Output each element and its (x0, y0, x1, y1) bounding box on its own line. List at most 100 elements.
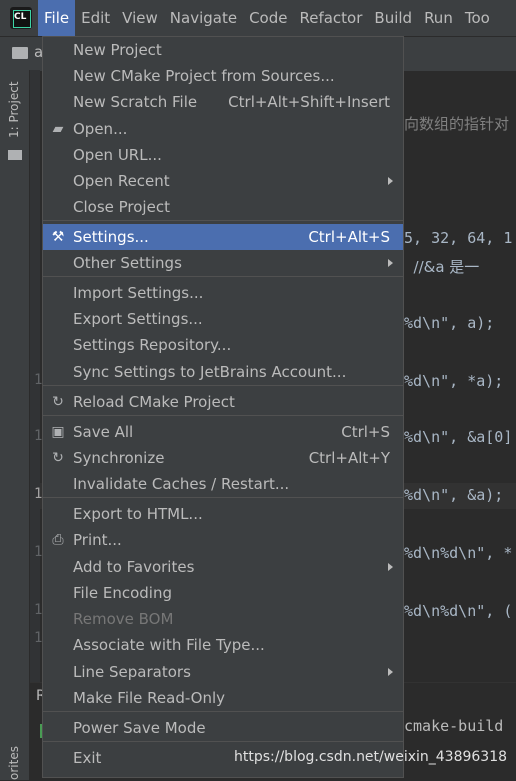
menu-item-label: Settings Repository... (73, 336, 232, 354)
reload-icon: ↻ (52, 394, 64, 410)
menu-item-save-all[interactable]: ▣ Save All Ctrl+S (43, 419, 403, 445)
menu-item-settings[interactable]: ⚒ Settings... Ctrl+Alt+S (43, 224, 403, 250)
menu-item-label: Other Settings (73, 254, 182, 272)
menu-item-label: Export Settings... (73, 310, 203, 328)
code-line: %d\n%d\n", * (404, 544, 513, 562)
left-tool-strip (0, 70, 30, 780)
folder-icon (8, 150, 22, 160)
code-comment-line: 向数组的指针对 (404, 115, 510, 133)
run-output-text: cmake-build (404, 717, 504, 735)
menu-item-label: File Encoding (73, 584, 172, 602)
menu-separator (43, 385, 403, 386)
menu-item-label: Add to Favorites (73, 558, 195, 576)
menu-item-label: Close Project (73, 198, 170, 216)
menu-item-reload-cmake-project[interactable]: ↻ Reload CMake Project (43, 389, 403, 415)
menu-item-invalidate-caches-restart[interactable]: Invalidate Caches / Restart... (43, 471, 403, 497)
menu-code[interactable]: Code (243, 0, 293, 36)
menu-item-shortcut: Ctrl+S (341, 423, 390, 441)
code-line: 5, 32, 64, 1 (404, 229, 513, 247)
menu-item-power-save-mode[interactable]: Power Save Mode (43, 715, 403, 741)
menu-item-sync-settings-to-jetbrains-account[interactable]: Sync Settings to JetBrains Account... (43, 359, 403, 385)
menu-item-label: Remove BOM (73, 610, 174, 628)
menu-item-label: Reload CMake Project (73, 393, 235, 411)
menu-separator (43, 497, 403, 498)
submenu-arrow-icon (388, 259, 393, 267)
code-line: %d\n", &a[0] (404, 428, 513, 446)
menu-item-print[interactable]: ⎙ Print... (43, 527, 403, 553)
favorites-tool-tab[interactable]: orites (2, 740, 26, 780)
project-tool-tab[interactable]: 1: Project (2, 80, 26, 140)
code-line: %d\n", &a); (404, 486, 504, 504)
menu-item-associate-with-file-type[interactable]: Associate with File Type... (43, 632, 403, 658)
submenu-arrow-icon (388, 668, 393, 676)
menu-item-label: Open Recent (73, 172, 170, 190)
menu-item-label: Synchronize (73, 449, 165, 467)
printer-icon: ⎙ (52, 532, 64, 548)
file-menu-dropdown: New Project New CMake Project from Source… (42, 36, 404, 778)
menu-item-synchronize[interactable]: ↻ Synchronize Ctrl+Alt+Y (43, 445, 403, 471)
wrench-icon: ⚒ (51, 229, 65, 245)
menu-item-add-to-favorites[interactable]: Add to Favorites (43, 554, 403, 580)
menu-view[interactable]: View (116, 0, 164, 36)
menu-item-other-settings[interactable]: Other Settings (43, 250, 403, 276)
submenu-arrow-icon (388, 563, 393, 571)
menu-item-label: Save All (73, 423, 134, 441)
menu-item-label: Associate with File Type... (73, 636, 265, 654)
code-line: %d\n", a); (404, 314, 495, 332)
menu-item-open-recent[interactable]: Open Recent (43, 168, 403, 194)
menu-item-label: New CMake Project from Sources... (73, 67, 335, 85)
menu-item-label: Power Save Mode (73, 719, 206, 737)
menu-item-label: Invalidate Caches / Restart... (73, 475, 290, 493)
menu-item-label: Import Settings... (73, 284, 204, 302)
menu-item-shortcut: Ctrl+Alt+Shift+Insert (228, 93, 390, 111)
menu-item-label: Make File Read-Only (73, 689, 226, 707)
menu-edit[interactable]: Edit (75, 0, 116, 36)
menu-item-open[interactable]: ▰ Open... (43, 116, 403, 142)
menu-navigate[interactable]: Navigate (164, 0, 243, 36)
menu-separator (43, 276, 403, 277)
menu-item-import-settings[interactable]: Import Settings... (43, 280, 403, 306)
menu-tools[interactable]: Too (459, 0, 496, 36)
menu-item-close-project[interactable]: Close Project (43, 194, 403, 220)
code-line: %d\n%d\n", ( (404, 602, 513, 620)
save-icon: ▣ (51, 424, 65, 440)
menu-item-export-to-html[interactable]: Export to HTML... (43, 501, 403, 527)
menu-item-label: Sync Settings to JetBrains Account... (73, 363, 347, 381)
menu-item-remove-bom: Remove BOM (43, 606, 403, 632)
menu-item-open-url[interactable]: Open URL... (43, 142, 403, 168)
menu-item-new-scratch-file[interactable]: New Scratch File Ctrl+Alt+Shift+Insert (43, 89, 403, 115)
menu-bar: CL File Edit View Navigate Code Refactor… (0, 0, 516, 36)
menu-item-label: Exit (73, 749, 102, 767)
menu-separator (43, 711, 403, 712)
menu-item-new-cmake-project-from-sources[interactable]: New CMake Project from Sources... (43, 63, 403, 89)
menu-build[interactable]: Build (368, 0, 418, 36)
menu-item-line-separators[interactable]: Line Separators (43, 659, 403, 685)
menu-item-file-encoding[interactable]: File Encoding (43, 580, 403, 606)
menu-refactor[interactable]: Refactor (293, 0, 368, 36)
editor-gutter (30, 70, 40, 720)
menu-item-settings-repository[interactable]: Settings Repository... (43, 332, 403, 358)
menu-run[interactable]: Run (418, 0, 459, 36)
menu-separator (43, 415, 403, 416)
logo-text: CL (13, 10, 31, 28)
menu-file[interactable]: File (38, 0, 76, 36)
menu-item-export-settings[interactable]: Export Settings... (43, 306, 403, 332)
clion-logo-icon: CL (10, 7, 32, 29)
menu-item-shortcut: Ctrl+Alt+S (308, 228, 390, 246)
sync-icon: ↻ (52, 450, 64, 466)
menu-item-label: Settings... (73, 228, 149, 246)
menu-item-make-file-read-only[interactable]: Make File Read-Only (43, 685, 403, 711)
menu-item-label: New Project (73, 41, 162, 59)
menu-separator (43, 220, 403, 221)
menu-item-label: Open URL... (73, 146, 162, 164)
watermark-text: https://blog.csdn.net/weixin_43896318 (234, 749, 508, 765)
menu-item-label: Print... (73, 531, 122, 549)
menu-item-shortcut: Ctrl+Alt+Y (308, 449, 390, 467)
menu-separator (43, 741, 403, 742)
menu-item-label: Export to HTML... (73, 505, 203, 523)
code-line: %d\n", *a); (404, 372, 504, 390)
folder-icon (12, 47, 28, 59)
menu-item-label: Open... (73, 120, 128, 138)
menu-item-new-project[interactable]: New Project (43, 37, 403, 63)
folder-open-icon: ▰ (52, 121, 64, 137)
